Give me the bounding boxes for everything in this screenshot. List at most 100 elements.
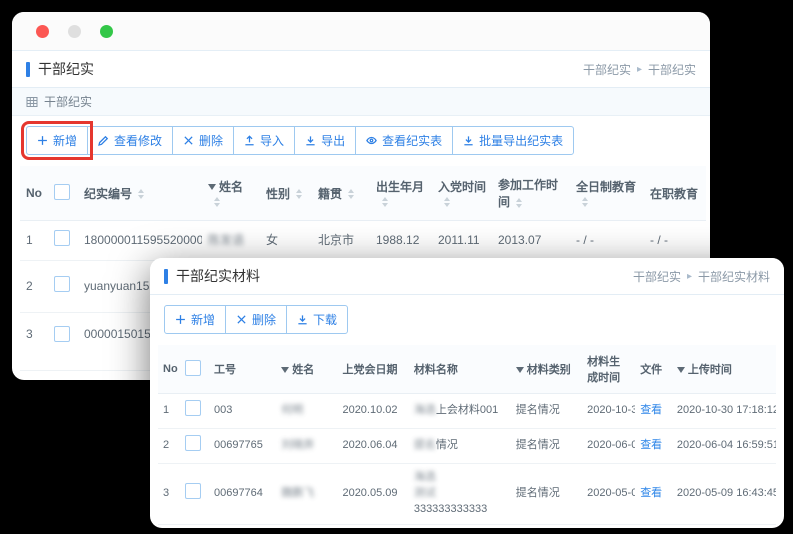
cell-birth-date: 1988.12 xyxy=(370,221,432,261)
col-work-start-date[interactable]: 参加工作时间 xyxy=(492,166,570,221)
filter-icon[interactable] xyxy=(208,184,216,190)
table-grid-icon xyxy=(26,96,38,108)
cell-material-category: 提名情况 xyxy=(511,428,582,463)
redacted-text: 海选 xyxy=(414,471,436,483)
cell-party-join-date: 2011.11 xyxy=(432,221,492,261)
select-all-checkbox[interactable] xyxy=(54,184,70,200)
toolbar-button-edit[interactable]: 查看修改 xyxy=(87,126,173,155)
sort-icon[interactable] xyxy=(444,197,450,207)
toolbar-button-download[interactable]: 导出 xyxy=(294,126,356,155)
sort-icon[interactable] xyxy=(138,189,144,199)
cell-name: 魏鹏飞 xyxy=(276,524,337,528)
row-checkbox[interactable] xyxy=(54,230,70,246)
cell-meeting-date: 2020.10.02 xyxy=(337,394,408,429)
sort-icon[interactable] xyxy=(214,197,220,207)
column-label: No xyxy=(163,363,178,375)
cell-select[interactable] xyxy=(48,370,78,380)
cell-select[interactable] xyxy=(48,312,78,370)
cell-material-name: 海选上会材料001 xyxy=(409,394,511,429)
button-label: 查看纪实表 xyxy=(382,132,442,149)
toolbar-button-close[interactable]: 删除 xyxy=(172,126,234,155)
toolbar-button-download[interactable]: 下载 xyxy=(286,305,348,334)
cell-text: 提名情况 xyxy=(516,487,560,499)
cell-text: 1 xyxy=(163,404,169,416)
cell-name: 魏鹏飞 xyxy=(276,463,337,524)
col-name[interactable]: 姓名 xyxy=(202,166,260,221)
toolbar-button-download[interactable]: 批量导出纪实表 xyxy=(452,126,574,155)
plus-icon xyxy=(37,135,48,146)
col-material-category[interactable]: 材料类别 xyxy=(511,345,582,394)
col-fulltime-education[interactable]: 全日制教育 xyxy=(570,166,644,221)
sort-icon[interactable] xyxy=(582,197,588,207)
breadcrumb-item[interactable]: 干部纪实材料 xyxy=(698,268,770,285)
redacted-text: 魏鹏飞 xyxy=(281,487,314,499)
col-upload-time[interactable]: 上传时间 xyxy=(672,345,776,394)
cell-select[interactable] xyxy=(180,463,209,524)
sort-icon[interactable] xyxy=(516,198,522,208)
column-label: 籍贯 xyxy=(318,187,342,201)
close-button[interactable] xyxy=(36,25,49,38)
row-checkbox[interactable] xyxy=(185,400,201,416)
view-file-link[interactable]: 查看 xyxy=(640,404,662,416)
cell-select[interactable] xyxy=(180,524,209,528)
breadcrumb-separator-icon: ▸ xyxy=(637,64,642,75)
sort-icon[interactable] xyxy=(296,189,302,199)
row-checkbox[interactable] xyxy=(185,435,201,451)
maximize-button[interactable] xyxy=(100,25,113,38)
sort-icon[interactable] xyxy=(348,189,354,199)
col-birth-date[interactable]: 出生年月 xyxy=(370,166,432,221)
cell-employee-id: 00697764 xyxy=(209,524,276,528)
view-file-link[interactable]: 查看 xyxy=(640,487,662,499)
cell-no: 2 xyxy=(158,428,180,463)
col-name[interactable]: 姓名 xyxy=(276,345,337,394)
filter-icon[interactable] xyxy=(281,367,289,373)
cell-text: 003 xyxy=(214,404,232,416)
toolbar-button-upload[interactable]: 导入 xyxy=(233,126,295,155)
cell-select[interactable] xyxy=(48,261,78,313)
page-header: 干部纪实材料 干部纪实▸干部纪实材料 xyxy=(150,258,784,295)
cell-file: 查看 xyxy=(635,428,672,463)
filter-icon[interactable] xyxy=(516,367,524,373)
col-select xyxy=(180,345,209,394)
page-header: 干部纪实 干部纪实▸干部纪实 xyxy=(12,51,710,88)
cell-select[interactable] xyxy=(48,221,78,261)
redacted-text: 海选 xyxy=(414,404,436,416)
edit-icon xyxy=(98,135,109,146)
view-file-link[interactable]: 查看 xyxy=(640,439,662,451)
breadcrumb-item[interactable]: 干部纪实 xyxy=(648,61,696,78)
toolbar-button-eye[interactable]: 查看纪实表 xyxy=(355,126,453,155)
plus-icon xyxy=(175,314,186,325)
col-record-id[interactable]: 纪实编号 xyxy=(78,166,202,221)
sort-icon[interactable] xyxy=(382,197,388,207)
column-label: 材料类别 xyxy=(527,364,571,376)
row-checkbox[interactable] xyxy=(185,483,201,499)
cell-text: 上会材料001 xyxy=(436,404,498,416)
row-checkbox[interactable] xyxy=(54,326,70,342)
column-label: 姓名 xyxy=(219,180,243,194)
cell-select[interactable] xyxy=(180,428,209,463)
row-checkbox[interactable] xyxy=(54,276,70,292)
cell-name: 何明 xyxy=(276,394,337,429)
cell-select[interactable] xyxy=(180,394,209,429)
breadcrumb-item[interactable]: 干部纪实 xyxy=(583,61,631,78)
redacted-text: 何明 xyxy=(281,404,303,416)
column-label: 上党会日期 xyxy=(342,364,397,376)
toolbar-button-close[interactable]: 删除 xyxy=(225,305,287,334)
table-row: 1180000011595520000陈发语女北京市1988.122011.11… xyxy=(20,221,706,261)
cell-upload-time: 2020-06-04 16:59:51 xyxy=(672,428,776,463)
page-title: 干部纪实材料 xyxy=(164,266,260,286)
button-label: 删除 xyxy=(199,132,223,149)
minimize-button[interactable] xyxy=(68,25,81,38)
filter-icon[interactable] xyxy=(677,367,685,373)
breadcrumb-item[interactable]: 干部纪实 xyxy=(633,268,681,285)
col-native-place[interactable]: 籍贯 xyxy=(312,166,370,221)
toolbar-button-plus[interactable]: 新增 xyxy=(164,305,226,334)
highlighted-toolbar-button-plus[interactable]: 新增 xyxy=(26,126,88,155)
column-label: 材料生成时间 xyxy=(587,356,620,384)
select-all-checkbox[interactable] xyxy=(185,360,201,376)
eye-icon xyxy=(366,135,377,146)
col-gender[interactable]: 性别 xyxy=(260,166,312,221)
col-gen-date: 材料生成时间 xyxy=(582,345,635,394)
col-party-join-date[interactable]: 入党时间 xyxy=(432,166,492,221)
redacted-text: 提名 xyxy=(414,439,436,451)
